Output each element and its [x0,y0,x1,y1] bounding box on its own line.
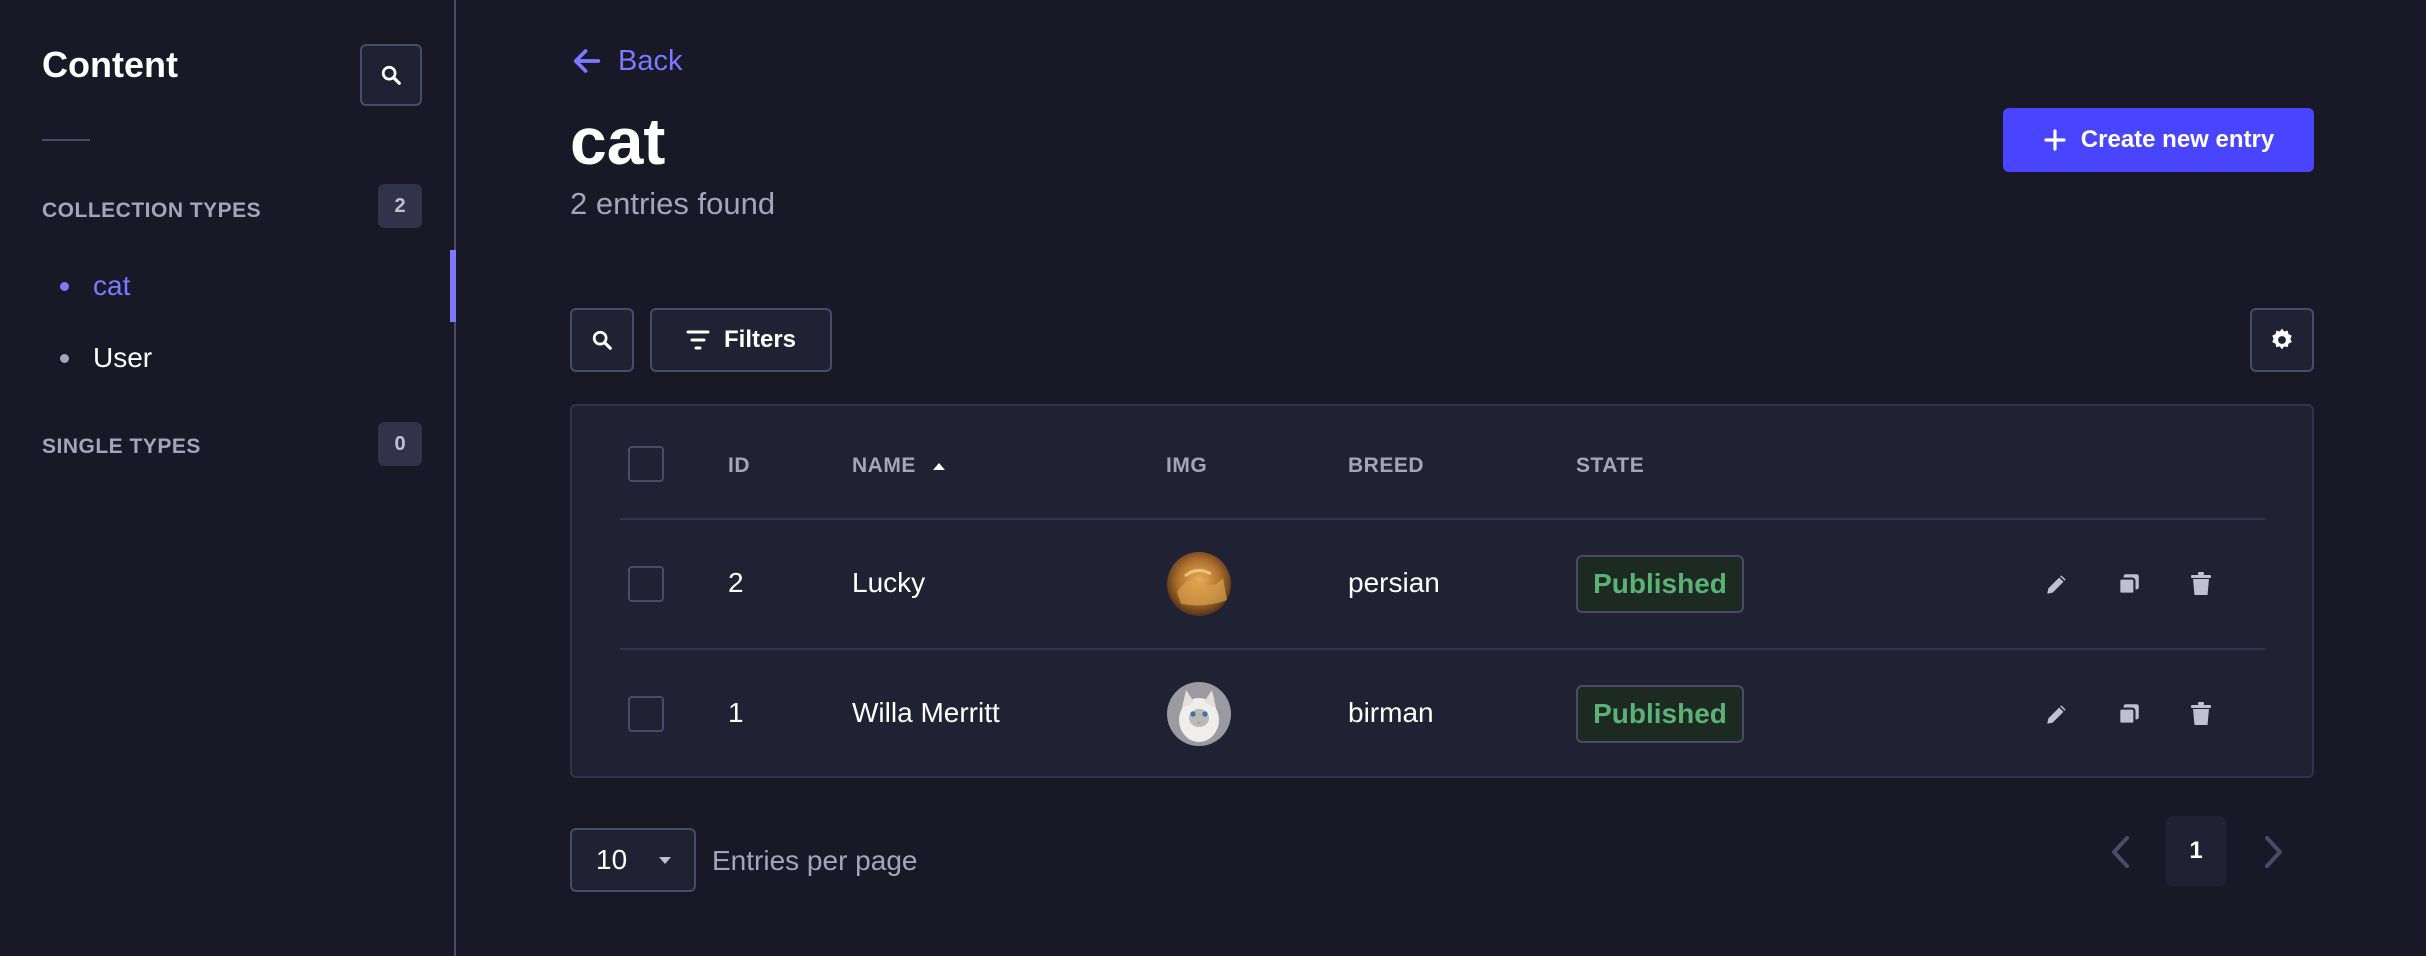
column-header-id[interactable]: ID [728,454,750,478]
select-all-checkbox[interactable] [628,446,664,482]
bullet-dot [60,353,69,363]
entries-per-page-select[interactable]: 10 [570,828,696,892]
sort-up-icon [932,463,945,470]
row-checkbox[interactable] [628,566,664,602]
next-page-button[interactable] [2256,832,2290,872]
cell-name: Lucky [852,567,926,598]
collection-types-count: 2 [378,184,422,228]
sidebar-item-cat[interactable]: cat [60,270,130,302]
duplicate-icon [2118,704,2139,725]
create-new-entry-button[interactable]: Create new entry [2003,108,2314,172]
cell-id: 2 [728,567,744,598]
back-link[interactable]: Back [570,44,682,78]
cell-id: 1 [728,697,744,728]
chevron-down-icon [659,857,671,864]
entries-count: 2 entries found [570,186,776,221]
entries-table: ID NAME IMG BREED STATE 2 Lucky persian … [570,404,2314,778]
create-label: Create new entry [2080,126,2275,153]
per-page-value: 10 [596,844,628,875]
back-label: Back [618,44,683,77]
sidebar-title: Content [42,44,178,85]
row-divider [620,518,2266,520]
search-button[interactable] [570,308,634,372]
sidebar-divider [42,139,90,141]
chevron-left-icon [2112,836,2129,868]
duplicate-button[interactable] [2112,697,2146,731]
column-header-state[interactable]: STATE [1576,454,1644,478]
cat-avatar [1167,552,1231,616]
sidebar-item-user[interactable]: User [60,342,152,374]
column-header-name[interactable]: NAME [852,454,946,478]
duplicate-button[interactable] [2112,567,2146,601]
filter-icon [686,330,710,350]
trash-icon [2191,702,2211,725]
chevron-right-icon [2265,836,2282,868]
duplicate-icon [2118,574,2139,595]
view-settings-button[interactable] [2250,308,2314,372]
cat-avatar [1167,682,1231,746]
page-title: cat [570,104,666,178]
active-indicator [450,250,456,322]
gear-icon [2272,328,2292,350]
delete-button[interactable] [2184,567,2218,601]
sidebar-item-label: User [93,342,153,373]
page-1-button[interactable]: 1 [2166,816,2226,886]
previous-page-button[interactable] [2104,832,2138,872]
pencil-icon [2047,705,2066,724]
search-icon [592,330,612,350]
search-icon [381,65,401,85]
row-checkbox[interactable] [628,696,664,732]
arrow-left-icon [573,49,601,73]
bullet-dot [60,281,69,291]
sidebar-item-label: cat [93,270,131,301]
entries-per-page-label: Entries per page [712,845,918,876]
edit-button[interactable] [2040,697,2074,731]
plus-icon [2044,129,2066,151]
cell-breed: persian [1348,567,1440,598]
sidebar-search-button[interactable] [360,44,422,106]
cell-breed: birman [1348,697,1434,728]
pencil-icon [2047,575,2066,594]
collection-types-label: COLLECTION TYPES [42,199,262,222]
cell-name: Willa Merritt [852,697,1000,728]
filters-button[interactable]: Filters [650,308,832,372]
row-divider [620,648,2266,650]
column-header-label: NAME [852,454,916,477]
single-types-count: 0 [378,422,422,466]
column-header-img: IMG [1166,454,1208,477]
sidebar: Content COLLECTION TYPES 2 cat User SING… [0,0,456,956]
edit-button[interactable] [2040,567,2074,601]
column-header-breed[interactable]: BREED [1348,454,1424,478]
filters-label: Filters [723,326,797,353]
single-types-label: SINGLE TYPES [42,435,201,458]
status-badge: Published [1576,555,1744,613]
delete-button[interactable] [2184,697,2218,731]
status-badge: Published [1576,685,1744,743]
trash-icon [2191,572,2211,595]
